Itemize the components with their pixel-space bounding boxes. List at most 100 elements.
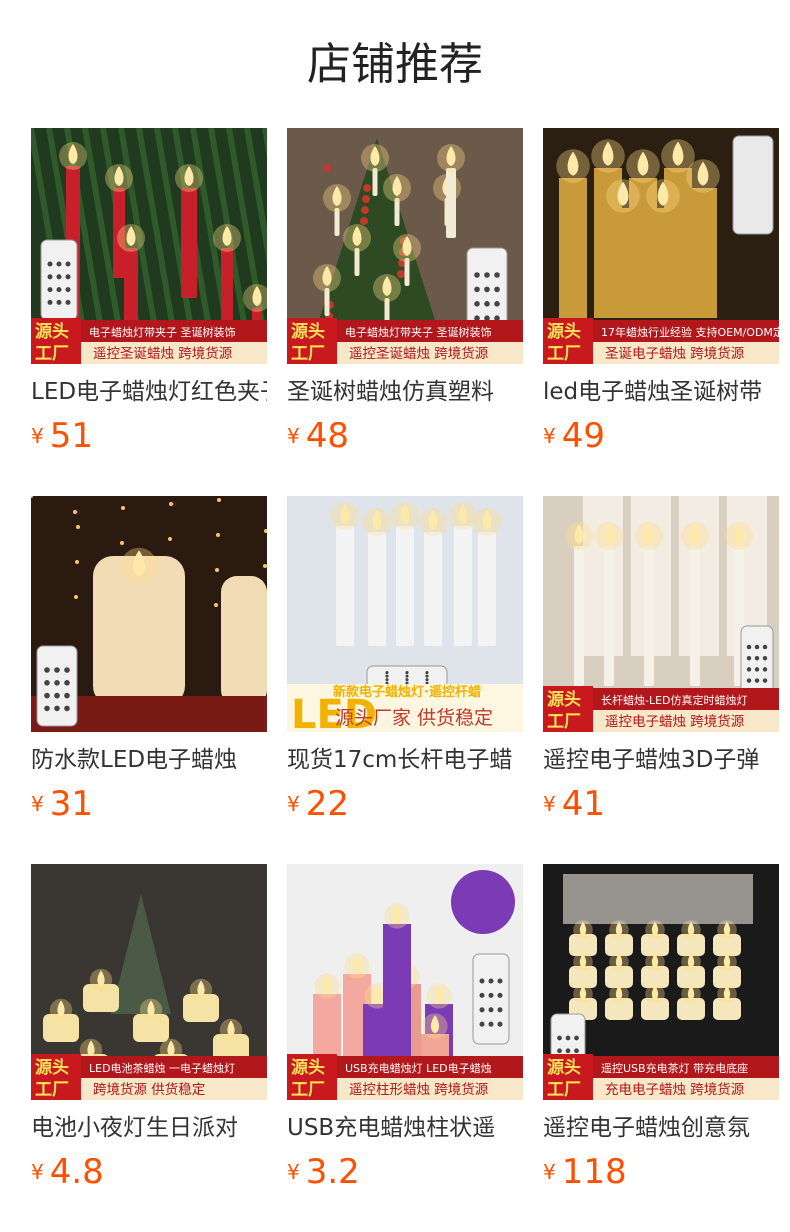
remote-button-icon [754, 678, 760, 683]
banner-top-text: 电子蜡烛灯带夹子 圣诞树装饰 [89, 325, 236, 339]
remote-button-icon [479, 1021, 485, 1027]
product-card[interactable]: 源头 工厂 LED电池茶蜡烛 一电子蜡烛灯 跨境货源 供货稳定 电池小夜灯生日派对 ¥… [31, 864, 267, 1232]
remote-button-icon [497, 1021, 503, 1027]
price-value: 4.8 [49, 1152, 104, 1192]
product-card[interactable]: 防水款LED电子蜡烛 ¥31 [31, 496, 267, 864]
remote-button-icon [754, 667, 760, 672]
remote-button-icon [565, 1048, 571, 1054]
light-dot [73, 510, 77, 514]
product-price: ¥22 [287, 784, 349, 824]
product-price: ¥41 [543, 784, 605, 824]
product-card[interactable]: 源头 工厂 遥控USB充电茶灯 带充电底座 充电电子蜡烛 跨境货源 遥控电子蜡烛创意氛… [543, 864, 779, 1232]
price-value: 118 [561, 1152, 627, 1192]
remote-button-icon [47, 287, 53, 293]
remote-button-icon [494, 272, 500, 278]
ornament-icon [362, 195, 370, 203]
remote-button-icon [64, 680, 70, 686]
remote-button-icon [65, 287, 71, 293]
remote-button-icon [47, 299, 53, 305]
light-dot [121, 506, 125, 510]
product-name[interactable]: 遥控电子蜡烛3D子弹 [543, 744, 779, 776]
product-image[interactable]: 源头 工厂 长杆蜡烛-LED仿真定时蜡烛灯 遥控电子蜡烛 跨境货源 [543, 496, 779, 732]
product-name[interactable]: USB充电蜡烛柱状遥 [287, 1112, 523, 1144]
product-card[interactable]: LED 新款电子蜡烛灯·遥控杆蜡 源头厂家 供货稳定 现货17cm长杆电子蜡 ¥22 [287, 496, 523, 864]
light-dot [217, 498, 221, 502]
product-card[interactable]: 源头 工厂 17年蜡烛行业经验 支持OEM/ODM定制 圣诞电子蜡烛 跨境货源 led… [543, 128, 779, 496]
badge-top-text: 源头 [547, 321, 581, 342]
remote-button-icon [405, 678, 409, 682]
product-card[interactable]: 源头 工厂 电子蜡烛灯带夹子 圣诞树装饰 遥控圣诞蜡烛 跨境货源 圣诞树蜡烛仿真塑料 … [287, 128, 523, 496]
product-image[interactable]: 源头 工厂 电子蜡烛灯带夹子 圣诞树装饰 遥控圣诞蜡烛 跨境货源 [31, 128, 267, 364]
remote-button-icon [385, 678, 389, 682]
banner-bottom-text: 圣诞电子蜡烛 跨境货源 [605, 345, 745, 362]
remote-button-icon [484, 272, 490, 278]
remote-button-icon [746, 678, 752, 683]
badge-bottom-text: 工厂 [547, 344, 581, 364]
badge-top-text: 源头 [547, 1057, 581, 1078]
remote-button-icon [56, 299, 62, 305]
currency-symbol: ¥ [287, 424, 300, 448]
remote-button-icon [746, 644, 752, 650]
remote-button-icon [405, 671, 409, 675]
remote-button-icon [425, 671, 429, 675]
remote-button-icon [484, 301, 490, 307]
candle-body [354, 248, 360, 276]
price-value: 31 [49, 784, 93, 824]
product-image[interactable]: 源头 工厂 电子蜡烛灯带夹子 圣诞树装饰 遥控圣诞蜡烛 跨境货源 [287, 128, 523, 364]
light-dot [169, 502, 173, 506]
remote-button-icon [494, 301, 500, 307]
remote-button-icon [56, 274, 62, 280]
candle-body [368, 532, 386, 646]
remote-button-icon [565, 1035, 571, 1041]
product-name[interactable]: led电子蜡烛圣诞树带 [543, 376, 779, 408]
product-image[interactable]: LED 新款电子蜡烛灯·遥控杆蜡 源头厂家 供货稳定 [287, 496, 523, 732]
ornament-icon [361, 206, 369, 214]
product-image[interactable]: 源头 工厂 USB充电蜡烛灯 LED电子蜡烛 遥控柱形蜡烛 跨境货源 [287, 864, 523, 1100]
candle-body [181, 188, 197, 298]
remote-icon [740, 625, 774, 697]
product-image[interactable] [31, 496, 267, 732]
product-image[interactable]: 源头 工厂 LED电池茶蜡烛 一电子蜡烛灯 跨境货源 供货稳定 [31, 864, 267, 1100]
banner-top-text: 遥控USB充电茶灯 带充电底座 [601, 1061, 748, 1075]
product-image[interactable]: 源头 工厂 17年蜡烛行业经验 支持OEM/ODM定制 圣诞电子蜡烛 跨境货源 [543, 128, 779, 364]
currency-symbol: ¥ [31, 792, 44, 816]
candle-body [454, 526, 472, 646]
remote-button-icon [754, 655, 760, 661]
remote-button-icon [405, 674, 409, 678]
product-card[interactable]: 源头 工厂 USB充电蜡烛灯 LED电子蜡烛 遥控柱形蜡烛 跨境货源 USB充电蜡烛柱… [287, 864, 523, 1232]
product-image[interactable]: 源头 工厂 遥控USB充电茶灯 带充电底座 充电电子蜡烛 跨境货源 [543, 864, 779, 1100]
remote-button-icon [44, 692, 50, 699]
remote-button-icon [494, 286, 500, 293]
candle-body [424, 532, 442, 646]
remote-button-icon [488, 1021, 494, 1027]
currency-symbol: ¥ [543, 424, 556, 448]
product-name[interactable]: 遥控电子蜡烛创意氛 [543, 1112, 779, 1144]
product-name[interactable]: LED电子蜡烛灯红色夹子 [31, 376, 267, 408]
remote-button-icon [64, 667, 70, 673]
product-card[interactable]: 源头 工厂 长杆蜡烛-LED仿真定时蜡烛灯 遥控电子蜡烛 跨境货源 遥控电子蜡烛3D子… [543, 496, 779, 864]
candle-body [221, 248, 233, 328]
remote-button-icon [488, 992, 494, 998]
product-name[interactable]: 防水款LED电子蜡烛 [31, 744, 267, 776]
banner-bottom-text: 遥控圣诞蜡烛 跨境货源 [93, 345, 233, 362]
product-grid: 源头 工厂 电子蜡烛灯带夹子 圣诞树装饰 遥控圣诞蜡烛 跨境货源 LED电子蜡烛灯红色… [31, 128, 779, 1232]
product-card[interactable]: 源头 工厂 电子蜡烛灯带夹子 圣诞树装饰 遥控圣诞蜡烛 跨境货源 LED电子蜡烛灯红色… [31, 128, 267, 496]
banner-top-text: 电子蜡烛灯带夹子 圣诞树装饰 [345, 325, 492, 339]
product-name[interactable]: 电池小夜灯生日派对 [31, 1112, 267, 1144]
banner-top-text: USB充电蜡烛灯 LED电子蜡烛 [345, 1061, 492, 1075]
remote-button-icon [497, 978, 503, 984]
light-dot [214, 603, 218, 607]
remote-icon [36, 645, 78, 727]
currency-symbol: ¥ [31, 424, 44, 448]
badge-bottom-text: 工厂 [291, 1080, 325, 1100]
product-name[interactable]: 圣诞树蜡烛仿真塑料 [287, 376, 523, 408]
remote-button-icon [474, 272, 480, 278]
candle-body [689, 188, 717, 318]
candle-body [559, 178, 587, 318]
remote-button-icon [574, 1035, 579, 1041]
remote-button-icon [47, 261, 53, 267]
price-value: 49 [561, 416, 605, 456]
currency-symbol: ¥ [287, 1160, 300, 1184]
product-name[interactable]: 现货17cm长杆电子蜡 [287, 744, 523, 776]
badge-top-text: 源头 [291, 1057, 325, 1078]
